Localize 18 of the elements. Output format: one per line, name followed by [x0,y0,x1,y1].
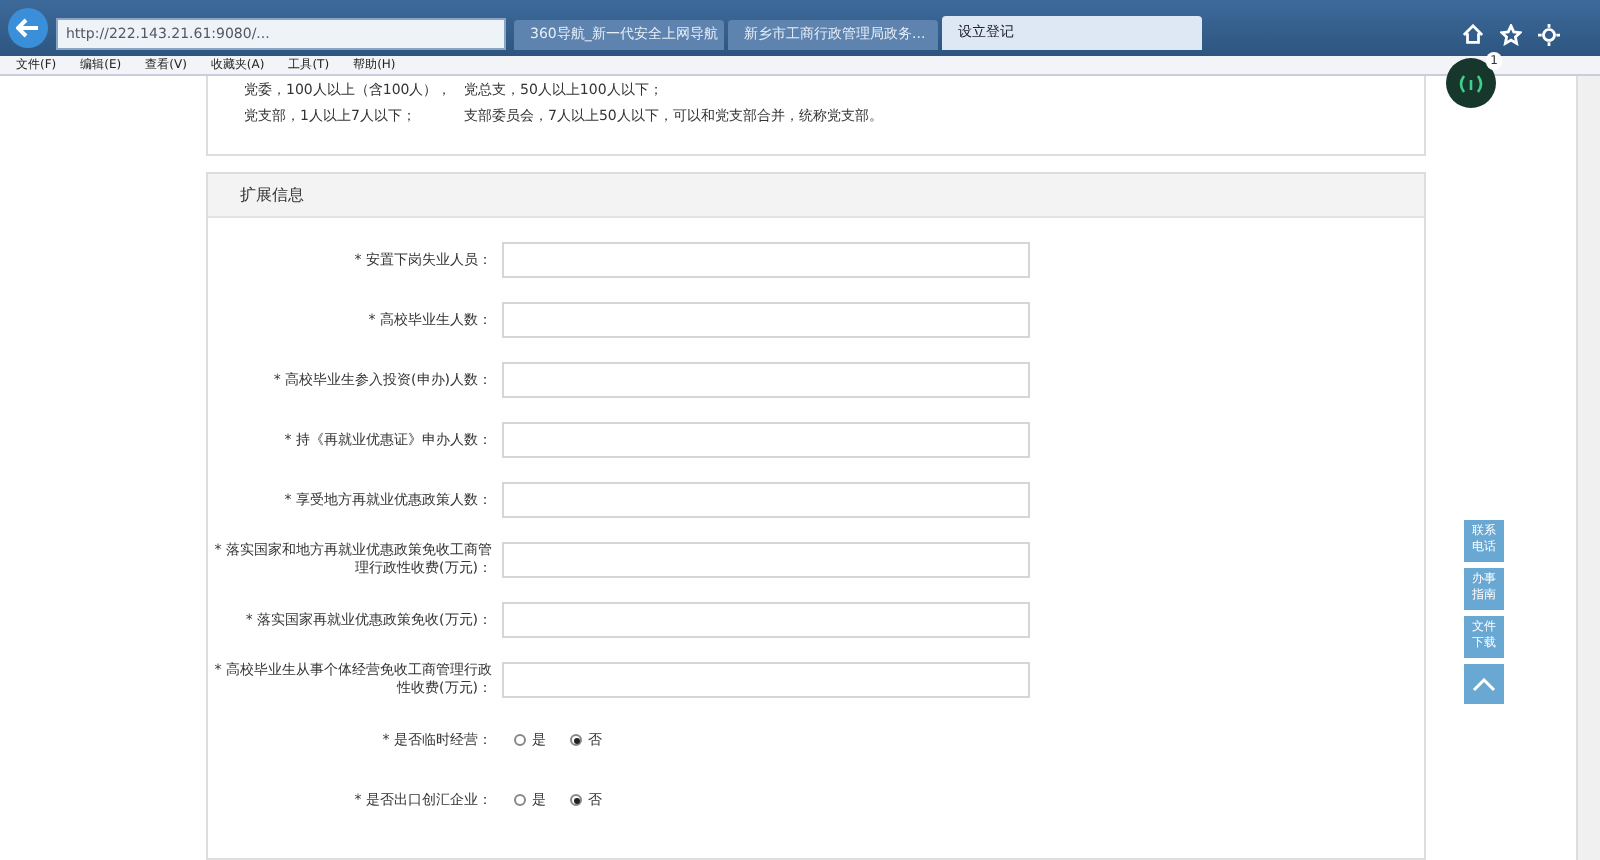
star-icon[interactable] [1500,24,1522,46]
signal-icon [1458,73,1484,93]
input-field[interactable] [502,482,1030,518]
input-field[interactable] [502,422,1030,458]
settings-icon[interactable] [1538,24,1560,46]
scroll-top-button[interactable] [1464,664,1504,704]
input-field[interactable] [502,602,1030,638]
scrollbar[interactable] [1576,76,1600,860]
input-field[interactable] [502,362,1030,398]
chevron-up-icon [1472,677,1496,691]
input-field[interactable] [502,662,1030,698]
back-icon [16,18,40,38]
home-icon[interactable] [1462,24,1484,46]
input-field[interactable] [502,242,1030,278]
input-field[interactable] [502,302,1030,338]
back-button[interactable] [8,8,48,48]
input-field[interactable] [502,542,1030,578]
section-title: 扩展信息 [240,183,304,207]
